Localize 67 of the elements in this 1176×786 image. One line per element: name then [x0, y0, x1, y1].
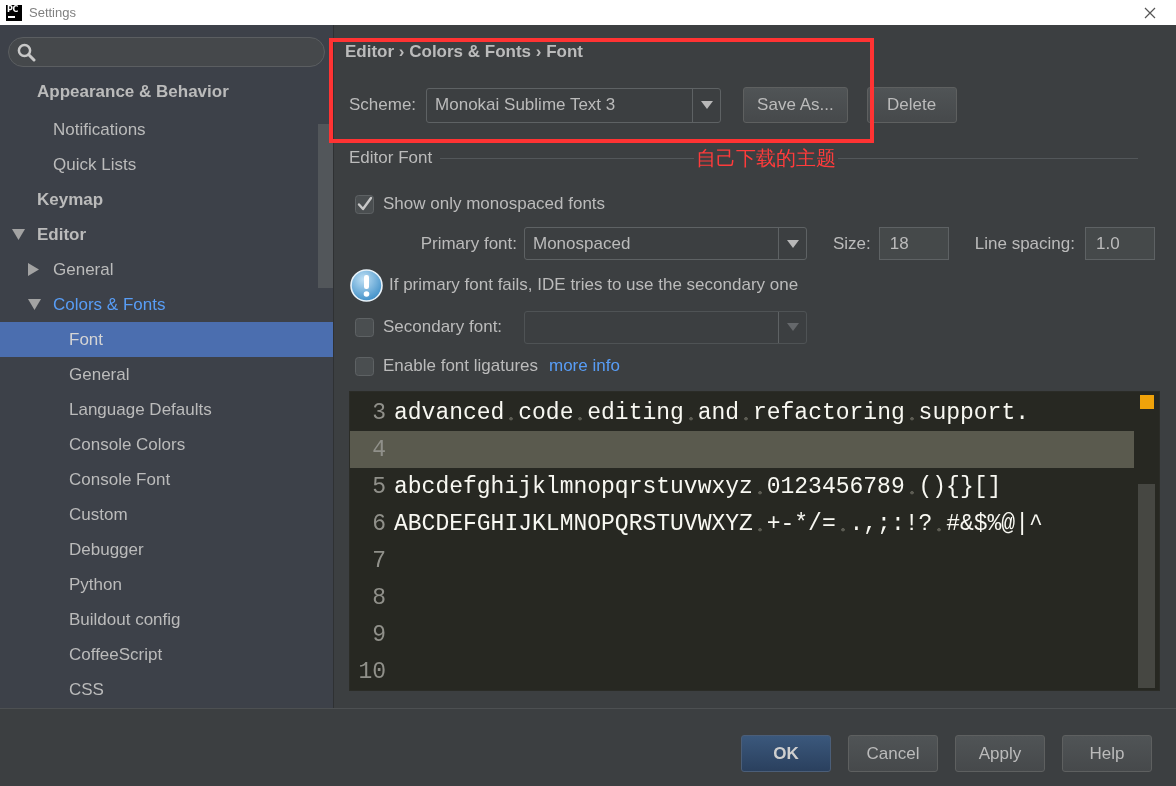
- caret-icon[interactable]: [786, 239, 799, 248]
- scheme-dropdown[interactable]: Monokai Sublime Text 3: [426, 87, 722, 123]
- tree-item[interactable]: Quick Lists: [0, 147, 318, 182]
- apply-button[interactable]: Apply: [955, 735, 1045, 772]
- square-marker-icon: [1139, 395, 1154, 409]
- primary-font-dropdown[interactable]: Monospaced: [524, 227, 807, 260]
- scrollbar-thumb[interactable]: [1138, 484, 1155, 688]
- line-number: 9: [371, 621, 386, 648]
- line-spacing-field[interactable]: 1.0: [1085, 227, 1155, 260]
- info-icon: [350, 268, 383, 302]
- checkbox-label: Show only monospaced fonts: [383, 194, 606, 214]
- checkbox[interactable]: [355, 356, 374, 376]
- section-title: Editor Font: [349, 148, 433, 168]
- tree-item[interactable]: CoffeeScript: [0, 637, 318, 672]
- tree-item[interactable]: Python: [0, 567, 318, 602]
- checkbox[interactable]: [355, 194, 374, 214]
- line-number: 7: [371, 547, 386, 574]
- close-icon[interactable]: [1144, 6, 1156, 19]
- breadcrumb: Editor › Colors & Fonts › Font: [345, 41, 584, 63]
- tree-item[interactable]: Colors & Fonts: [0, 287, 318, 322]
- save-as-button[interactable]: Save As...: [743, 87, 848, 123]
- window-title: Settings: [29, 5, 76, 20]
- tree-item[interactable]: Appearance & Behavior: [0, 72, 318, 112]
- app-logo: PC: [6, 4, 22, 21]
- tree-item[interactable]: Debugger: [0, 532, 318, 567]
- tree-item[interactable]: Console Colors: [0, 427, 318, 462]
- line-number: 3: [371, 399, 386, 426]
- tree-item[interactable]: Notifications: [0, 112, 318, 147]
- ok-button[interactable]: OK: [741, 735, 831, 772]
- tree-item[interactable]: Buildout config: [0, 602, 318, 637]
- code-text: ABCDEFGHIJKLMNOPQRSTUVWXYZ +-*/= .,;:!? #&$%@|^: [394, 510, 1043, 537]
- tree-item[interactable]: General: [0, 357, 318, 392]
- tree-item[interactable]: General: [0, 252, 318, 287]
- primary-font-label: Primary font:: [420, 233, 517, 254]
- tree-item[interactable]: Console Font: [0, 462, 318, 497]
- scheme-label: Scheme:: [349, 95, 417, 115]
- tree-item[interactable]: Editor: [0, 217, 318, 252]
- code-text: advanced code editing and refactoring support.: [394, 399, 1029, 426]
- triangle-down-icon[interactable]: [28, 299, 41, 310]
- line-number: 4: [371, 436, 386, 463]
- search-icon: [17, 42, 36, 62]
- checkbox-label: Enable font ligatures: [383, 356, 538, 376]
- triangle-down-icon[interactable]: [12, 229, 25, 240]
- line-number: 5: [371, 473, 386, 500]
- line-number: 8: [371, 584, 386, 611]
- tree-item[interactable]: Language Defaults: [0, 392, 318, 427]
- tree-item[interactable]: Font: [0, 322, 333, 357]
- line-spacing-label: Line spacing:: [974, 233, 1075, 254]
- delete-button[interactable]: Delete: [866, 87, 957, 123]
- code-text: abcdefghijklmnopqrstuvwxyz 0123456789 (){}[]: [394, 473, 1002, 500]
- annotation-text: 自己下载的主题: [694, 147, 838, 169]
- size-field[interactable]: 18: [878, 227, 949, 260]
- more-info-link[interactable]: more info: [549, 356, 620, 376]
- checkbox-label: Secondary font:: [383, 317, 503, 337]
- scrollbar-thumb[interactable]: [318, 124, 333, 288]
- triangle-right-icon[interactable]: [28, 263, 39, 276]
- help-button[interactable]: Help: [1062, 735, 1152, 772]
- hint-text: If primary font fails, IDE tries to use the secondary one: [389, 275, 799, 295]
- tree-item[interactable]: Keymap: [0, 182, 318, 217]
- tree-item[interactable]: CSS: [0, 672, 318, 707]
- search-field[interactable]: [8, 37, 325, 67]
- cancel-button[interactable]: Cancel: [848, 735, 938, 772]
- line-number: 10: [357, 658, 386, 685]
- size-label: Size:: [833, 233, 871, 254]
- tree-item[interactable]: Custom: [0, 497, 318, 532]
- caret-icon[interactable]: [700, 101, 713, 109]
- line-number: 6: [371, 510, 386, 537]
